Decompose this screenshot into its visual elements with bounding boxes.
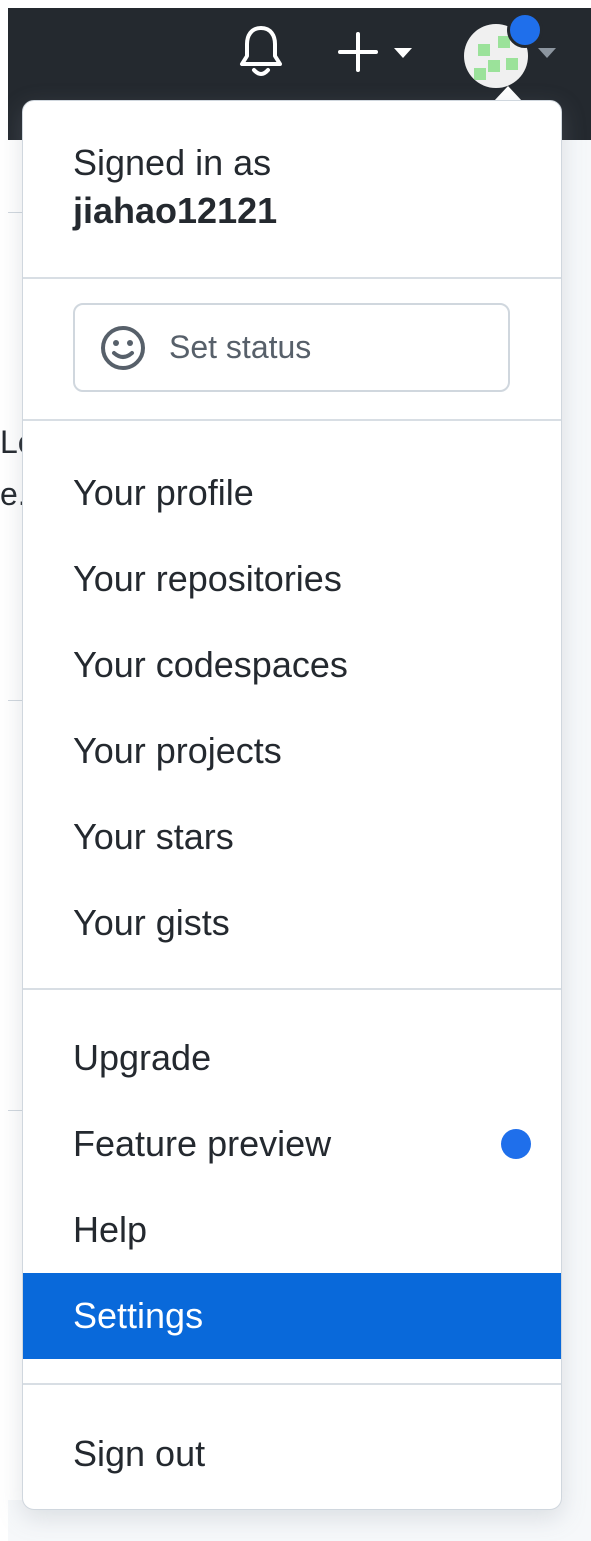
user-dropdown-menu: Signed in as jiahao12121 Set status Your… xyxy=(22,100,562,1510)
menu-item-your-profile[interactable]: Your profile xyxy=(23,450,561,536)
chevron-down-icon[interactable] xyxy=(394,48,412,58)
menu-item-feature-preview-label: Feature preview xyxy=(73,1123,332,1164)
chevron-down-icon[interactable] xyxy=(538,48,556,58)
page-divider xyxy=(8,212,22,213)
menu-item-help[interactable]: Help xyxy=(23,1187,561,1273)
menu-item-your-repositories[interactable]: Your repositories xyxy=(23,536,561,622)
plus-icon[interactable] xyxy=(336,30,380,74)
set-status-button[interactable]: Set status xyxy=(73,303,510,392)
menu-item-settings[interactable]: Settings xyxy=(23,1273,561,1359)
menu-item-feature-preview[interactable]: Feature preview xyxy=(23,1101,561,1187)
menu-divider xyxy=(23,988,561,990)
menu-item-your-projects[interactable]: Your projects xyxy=(23,708,561,794)
dropdown-caret xyxy=(494,86,522,101)
set-status-label: Set status xyxy=(169,329,312,365)
background-text-fragment: e. xyxy=(0,476,22,512)
signed-in-label: Signed in as xyxy=(73,142,272,183)
menu-divider xyxy=(23,1383,561,1385)
menu-divider xyxy=(23,419,561,421)
new-feature-dot xyxy=(501,1129,531,1159)
menu-item-your-stars[interactable]: Your stars xyxy=(23,794,561,880)
background-text-fragment: Le xyxy=(0,424,22,460)
smiley-icon xyxy=(101,325,145,370)
menu-item-upgrade[interactable]: Upgrade xyxy=(23,1015,561,1101)
username: jiahao12121 xyxy=(73,190,278,231)
page-divider xyxy=(8,1110,22,1111)
menu-divider xyxy=(23,277,561,279)
menu-item-your-codespaces[interactable]: Your codespaces xyxy=(23,622,561,708)
menu-item-your-gists[interactable]: Your gists xyxy=(23,880,561,966)
bell-icon[interactable] xyxy=(238,22,284,82)
signed-in-header: Signed in as jiahao12121 xyxy=(73,139,277,235)
notification-dot xyxy=(507,12,543,48)
page-content-edge xyxy=(8,140,22,1500)
page-divider xyxy=(8,700,22,701)
menu-item-sign-out[interactable]: Sign out xyxy=(23,1411,561,1497)
